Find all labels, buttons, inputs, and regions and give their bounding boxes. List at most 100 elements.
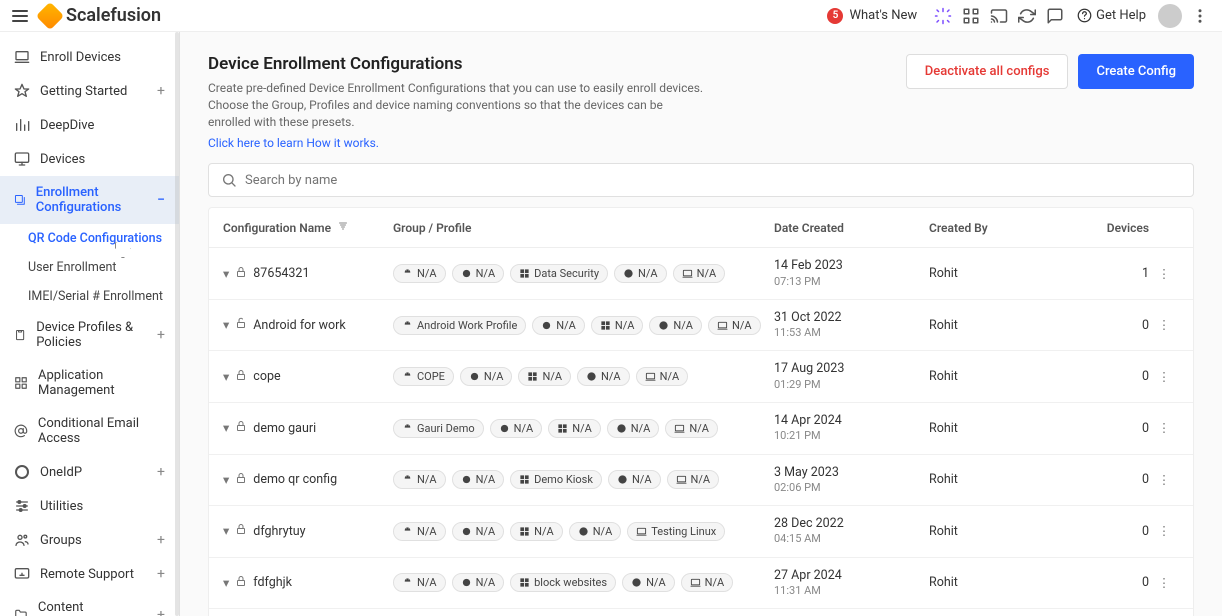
row-menu-icon[interactable]: ⋮ bbox=[1149, 420, 1179, 436]
android-icon bbox=[402, 423, 413, 434]
sidebar-item-enroll-devices[interactable]: Enroll Devices bbox=[0, 40, 179, 74]
row-menu-icon[interactable]: ⋮ bbox=[1149, 523, 1179, 539]
cast-icon[interactable] bbox=[985, 2, 1013, 30]
logo-icon bbox=[36, 1, 64, 29]
sidebar-sub-qr-code-configurations[interactable]: QR Code Configurations bbox=[0, 224, 179, 253]
profile-chip: N/A bbox=[614, 264, 667, 283]
expand-caret[interactable]: ▾ bbox=[223, 472, 229, 488]
table-header: Configuration Name Group / Profile Date … bbox=[209, 208, 1193, 248]
profile-chip: N/A bbox=[577, 367, 630, 386]
chip-label: N/A bbox=[601, 370, 621, 383]
sidebar-item-conditional-email-access[interactable]: Conditional Email Access bbox=[0, 407, 179, 455]
learn-link[interactable]: Click here to learn How it works. bbox=[208, 136, 379, 150]
mac-icon bbox=[631, 577, 642, 588]
user-avatar[interactable] bbox=[1158, 4, 1182, 28]
time-created: 07:13 PM bbox=[774, 275, 929, 289]
search-box[interactable] bbox=[208, 163, 1194, 197]
row-menu-icon[interactable]: ⋮ bbox=[1149, 472, 1179, 488]
expand-caret[interactable]: ▾ bbox=[223, 523, 229, 539]
menu-toggle[interactable] bbox=[8, 4, 32, 28]
chip-label: COPE bbox=[417, 370, 445, 383]
sidebar-item-label: DeepDive bbox=[40, 118, 94, 133]
sidebar-item-label: Content Management bbox=[38, 600, 147, 616]
sidebar-item-content-management[interactable]: Content Management + bbox=[0, 591, 179, 616]
plus-icon: + bbox=[157, 327, 165, 343]
whats-new[interactable]: 5 What's New bbox=[827, 8, 917, 24]
profile-chip: Testing Linux bbox=[627, 522, 725, 541]
profile-chip: N/A bbox=[393, 573, 446, 592]
sidebar-item-application-management[interactable]: Application Management bbox=[0, 359, 179, 407]
sidebar-sub-user-enrollment[interactable]: User Enrollment bbox=[0, 253, 179, 282]
created-by: Rohit bbox=[929, 266, 1079, 281]
whats-new-label: What's New bbox=[849, 8, 917, 23]
overflow-icon[interactable] bbox=[1186, 2, 1214, 30]
expand-caret[interactable]: ▾ bbox=[223, 317, 229, 333]
sidebar-sub-imei-serial-enrollment[interactable]: IMEI/Serial # Enrollment bbox=[0, 282, 179, 311]
row-menu-icon[interactable]: ⋮ bbox=[1149, 317, 1179, 333]
profile-chip: N/A bbox=[393, 522, 446, 541]
create-config-button[interactable]: Create Config bbox=[1078, 54, 1194, 89]
sidebar-item-utilities[interactable]: Utilities bbox=[0, 489, 179, 523]
plus-icon: + bbox=[157, 607, 165, 616]
lock-icon bbox=[235, 317, 247, 333]
expand-caret[interactable]: ▾ bbox=[223, 369, 229, 385]
android-icon bbox=[402, 526, 413, 537]
sort-icon[interactable] bbox=[337, 220, 349, 235]
plus-icon: + bbox=[157, 532, 165, 548]
chip-label: block websites bbox=[534, 576, 607, 589]
configs-table: Configuration Name Group / Profile Date … bbox=[208, 207, 1194, 616]
time-created: 04:15 AM bbox=[774, 532, 929, 546]
sidebar-item-enrollment-configurations[interactable]: Enrollment Configurations− bbox=[0, 176, 179, 224]
lock-icon bbox=[235, 523, 247, 539]
chip-label: N/A bbox=[556, 319, 576, 332]
date-created: 27 Apr 2024 bbox=[774, 568, 929, 584]
sidebar-item-oneidp[interactable]: OneIdP+ bbox=[0, 455, 179, 489]
chip-label: N/A bbox=[593, 525, 613, 538]
sidebar-item-remote-support[interactable]: Remote Support+ bbox=[0, 557, 179, 591]
windows-icon bbox=[527, 371, 538, 382]
profile-chip: N/A bbox=[393, 264, 446, 283]
sidebar-item-device-profiles-policies[interactable]: Device Profiles & Policies+ bbox=[0, 311, 179, 359]
ai-icon[interactable] bbox=[929, 2, 957, 30]
row-menu-icon[interactable]: ⋮ bbox=[1149, 575, 1179, 591]
chip-label: N/A bbox=[476, 576, 496, 589]
help-link[interactable]: Get Help bbox=[1077, 8, 1146, 23]
chip-label: N/A bbox=[673, 319, 693, 332]
time-created: 11:53 AM bbox=[774, 326, 929, 340]
sidebar-item-getting-started[interactable]: Getting Started+ bbox=[0, 74, 179, 108]
brand-logo[interactable]: Scalefusion bbox=[40, 5, 161, 26]
search-input[interactable] bbox=[245, 173, 1181, 188]
profile-chip: N/A bbox=[532, 316, 585, 335]
mac-icon bbox=[623, 268, 634, 279]
refresh-icon[interactable] bbox=[1013, 2, 1041, 30]
sidebar-item-label: Groups bbox=[40, 533, 82, 548]
row-menu-icon[interactable]: ⋮ bbox=[1149, 266, 1179, 282]
time-created: 10:21 PM bbox=[774, 429, 929, 443]
profile-chip: N/A bbox=[518, 367, 571, 386]
notifications-icon[interactable] bbox=[1041, 2, 1069, 30]
apps-icon[interactable] bbox=[957, 2, 985, 30]
circle-icon bbox=[14, 464, 30, 480]
sidebar-item-devices[interactable]: Devices bbox=[0, 142, 179, 176]
sidebar-item-label: Enrollment Configurations bbox=[36, 185, 147, 215]
expand-caret[interactable]: ▾ bbox=[223, 266, 229, 282]
plus-icon: + bbox=[157, 566, 165, 582]
expand-caret[interactable]: ▾ bbox=[223, 420, 229, 436]
profile-chip: N/A bbox=[591, 316, 644, 335]
search-icon bbox=[221, 172, 237, 188]
windows-icon bbox=[519, 474, 530, 485]
table-row: ▾demo qr configN/AN/ADemo KioskN/AN/A3 M… bbox=[209, 455, 1193, 507]
deactivate-button[interactable]: Deactivate all configs bbox=[906, 54, 1069, 89]
time-created: 02:06 PM bbox=[774, 481, 929, 495]
expand-caret[interactable]: ▾ bbox=[223, 575, 229, 591]
chip-label: N/A bbox=[417, 525, 437, 538]
sidebar-item-groups[interactable]: Groups + bbox=[0, 523, 179, 557]
table-row: ▾fdfghjkN/AN/Ablock websitesN/AN/A27 Apr… bbox=[209, 558, 1193, 610]
sidebar-item-deepdive[interactable]: DeepDive bbox=[0, 108, 179, 142]
apple-icon bbox=[461, 268, 472, 279]
created-by: Rohit bbox=[929, 369, 1079, 384]
date-created: 31 Oct 2022 bbox=[774, 310, 929, 326]
device-count: 0 bbox=[1079, 575, 1149, 590]
chip-label: Data Security bbox=[534, 267, 599, 280]
row-menu-icon[interactable]: ⋮ bbox=[1149, 369, 1179, 385]
